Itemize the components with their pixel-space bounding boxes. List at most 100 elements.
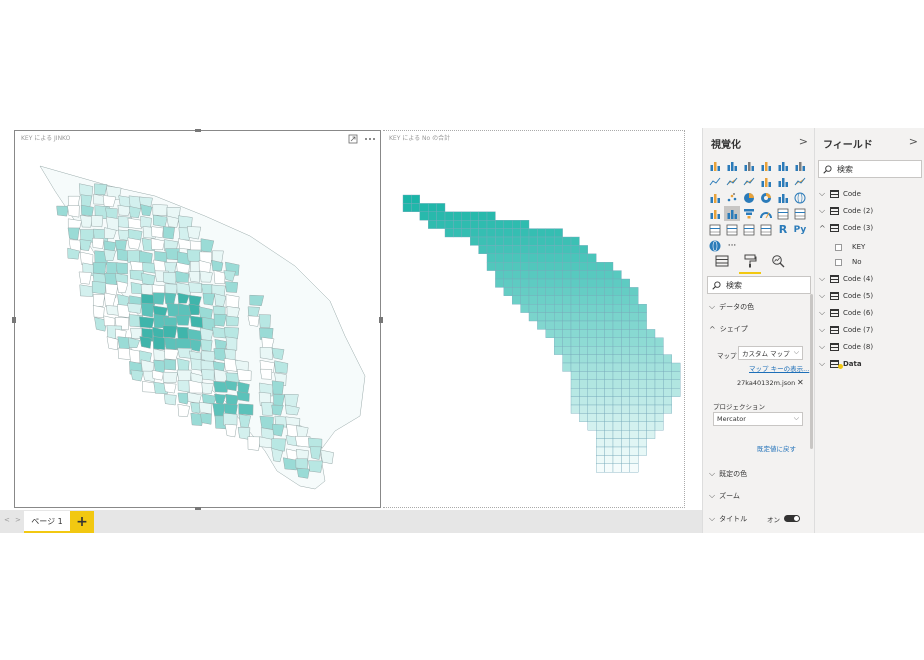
grid-cell[interactable] [654,421,664,431]
fields-search-input[interactable]: 検索 [818,160,922,178]
grid-cell[interactable] [570,320,580,330]
grid-cell[interactable] [436,203,446,213]
matrix-visual-icon[interactable] [758,222,774,237]
map-region[interactable] [140,284,154,296]
grid-cell[interactable] [570,236,580,246]
map-region[interactable] [261,401,274,416]
grid-cell[interactable] [520,303,530,313]
grid-cell[interactable] [562,261,572,271]
grid-cell[interactable] [562,337,572,347]
grid-cell[interactable] [654,371,664,380]
grid-cell[interactable] [520,228,530,238]
grid-cell[interactable] [570,362,580,372]
r-script-visual-icon[interactable]: R [775,222,791,237]
grid-cell[interactable] [511,287,521,296]
grid-cell[interactable] [604,295,614,305]
grid-cell[interactable] [637,354,647,364]
grid-cell[interactable] [453,219,463,229]
grid-cell[interactable] [637,371,647,380]
map-region[interactable] [152,336,166,350]
collapse-fields-icon[interactable]: > [909,135,918,148]
grid-cell[interactable] [503,228,513,238]
grid-cell[interactable] [495,236,505,246]
grid-cell[interactable] [537,295,546,305]
field-table-code-3-[interactable]: ^ Code (3) [819,222,873,234]
scatter-visual-icon[interactable] [724,190,740,205]
grid-cell[interactable] [486,219,496,229]
grid-cell[interactable] [579,379,588,389]
grid-cell[interactable] [637,438,647,448]
grid-cell[interactable] [553,320,563,330]
map-region[interactable] [176,326,189,341]
map-region[interactable] [199,270,213,283]
grid-cell[interactable] [537,261,546,271]
grid-cell[interactable] [646,345,656,355]
grid-cell[interactable] [579,362,588,372]
grid-cell[interactable] [562,278,572,288]
grid-cell[interactable] [486,228,496,238]
grid-cell[interactable] [587,396,597,406]
grid-cell[interactable] [436,211,446,221]
grid-cell[interactable] [503,287,513,296]
grid-cell[interactable] [587,312,597,322]
grid-cell[interactable] [621,295,630,305]
grid-cell[interactable] [579,413,588,422]
grid-cell[interactable] [545,278,555,288]
grid-cell[interactable] [579,261,588,271]
grid-cell[interactable] [629,446,639,456]
grid-cell[interactable] [654,404,664,414]
grid-cell[interactable] [595,421,605,431]
field-table-code-5-[interactable]: ⌵ Code (5) [819,290,873,302]
grid-cell[interactable] [604,337,614,347]
grid-cell[interactable] [528,287,538,296]
grid-cell[interactable] [629,303,639,313]
grid-cell[interactable] [621,371,630,380]
grid-cell[interactable] [587,287,597,296]
grid-cell[interactable] [579,354,588,364]
grid-cell[interactable] [629,354,639,364]
field-table-data[interactable]: ⌵ Data [819,358,862,370]
grid-cell[interactable] [469,219,479,229]
grid-cell[interactable] [562,354,572,364]
map-region[interactable] [225,315,240,327]
grid-cell[interactable] [604,379,614,389]
map-region[interactable] [139,316,155,329]
grid-cell[interactable] [612,396,622,406]
grid-cell[interactable] [436,219,446,229]
section-shape[interactable]: ^ シェイプ [709,324,748,334]
grid-cell[interactable] [528,278,538,288]
grid-cell[interactable] [570,303,580,313]
map-region[interactable] [162,325,178,339]
grid-cell[interactable] [553,329,563,338]
map-region[interactable] [201,369,215,381]
grid-cell[interactable] [595,270,605,280]
grid-cell[interactable] [646,388,656,397]
grid-cell[interactable] [486,236,496,246]
grid-cell[interactable] [545,287,555,296]
grid-cell[interactable] [663,354,672,364]
grid-cell[interactable] [511,295,521,305]
map-region[interactable] [129,269,144,281]
grid-cell[interactable] [595,396,605,406]
grid-cell[interactable] [604,303,614,313]
grid-cell[interactable] [646,379,656,389]
grid-cell[interactable] [545,261,555,271]
grid-cell[interactable] [595,354,605,364]
grid-cell[interactable] [553,312,563,322]
grid-cell[interactable] [419,211,429,221]
grid-cell[interactable] [604,455,614,464]
grid-cell[interactable] [621,455,630,464]
grid-cell[interactable] [612,303,622,313]
grid-cell[interactable] [646,354,656,364]
map-region[interactable] [152,214,168,228]
grid-cell[interactable] [637,312,647,322]
grid-cell[interactable] [579,287,588,296]
grid-cell[interactable] [654,337,664,347]
map-region[interactable] [238,403,254,416]
grid-cell[interactable] [537,270,546,280]
grid-cell[interactable] [428,203,437,213]
grid-cell[interactable] [595,404,605,414]
grid-cell[interactable] [486,261,496,271]
grid-cell[interactable] [612,371,622,380]
globe-visual-icon[interactable] [707,238,723,253]
